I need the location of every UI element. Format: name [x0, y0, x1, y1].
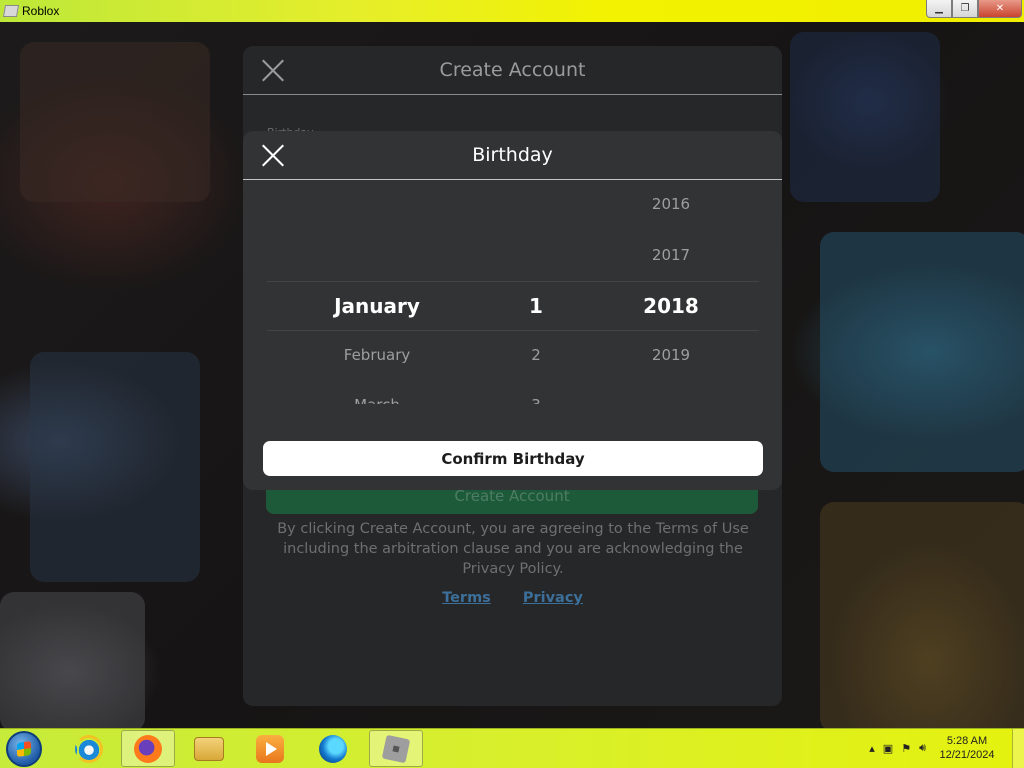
privacy-link[interactable]: Privacy	[523, 590, 583, 606]
birthday-picker[interactable]: January February March 1 2 3 2016 2017 2…	[267, 180, 759, 404]
roblox-app-icon	[2, 5, 20, 17]
clock-time: 5:28 AM	[946, 735, 988, 747]
legal-links: Terms Privacy	[243, 590, 782, 606]
terms-link[interactable]: Terms	[442, 590, 491, 606]
taskbar-media-player[interactable]	[243, 730, 297, 767]
taskbar-roblox[interactable]	[369, 730, 423, 767]
maximize-button[interactable]: ❐	[952, 0, 978, 18]
window-controls: ▁ ❐ ✕	[926, 0, 1022, 18]
edge-icon	[319, 734, 347, 763]
background-tile	[820, 502, 1024, 728]
game-background: Create Account Birthday Create Account B…	[0, 22, 1024, 728]
network-icon[interactable]: ▣	[883, 742, 893, 755]
birthday-modal: Birthday January February March 1 2 3 20…	[243, 131, 782, 490]
create-account-title: Create Account	[439, 59, 586, 81]
birthday-title: Birthday	[472, 144, 553, 166]
picker-month-option[interactable]: March	[297, 395, 457, 404]
background-tile	[30, 352, 200, 582]
month-column[interactable]: January February March	[297, 180, 457, 404]
legal-text: By clicking Create Account, you are agre…	[277, 521, 749, 577]
picker-year-selected[interactable]: 2018	[621, 293, 721, 319]
window-title: Roblox	[22, 4, 60, 18]
day-column[interactable]: 1 2 3	[486, 180, 586, 404]
window-title-bar: Roblox ▁ ❐ ✕	[0, 0, 1024, 22]
picker-day-selected[interactable]: 1	[486, 293, 586, 319]
volume-icon[interactable]: 🔊︎	[919, 741, 926, 755]
confirm-birthday-button[interactable]: Confirm Birthday	[263, 441, 763, 476]
taskbar: ▴ ▣ ⚑ 🔊︎ 5:28 AM 12/21/2024	[0, 728, 1024, 768]
media-player-icon	[256, 734, 284, 763]
taskbar-edge[interactable]	[306, 730, 360, 767]
background-tile	[820, 232, 1024, 472]
picker-year-option[interactable]: 2017	[621, 245, 721, 265]
birthday-header: Birthday	[243, 131, 782, 180]
start-button[interactable]	[6, 731, 42, 767]
picker-month-option[interactable]: February	[297, 345, 457, 365]
system-tray: ▴ ▣ ⚑ 🔊︎	[869, 741, 926, 755]
picker-year-option[interactable]: 2019	[621, 345, 721, 365]
background-tile	[790, 32, 940, 202]
picker-year-option[interactable]: 2016	[621, 194, 721, 214]
background-tile	[20, 42, 210, 202]
folder-icon	[194, 736, 224, 761]
background-tile	[0, 592, 145, 728]
show-hidden-icons-icon[interactable]: ▴	[869, 742, 875, 755]
close-icon[interactable]	[261, 143, 285, 167]
create-account-header: Create Account	[243, 46, 782, 95]
taskbar-clock[interactable]: 5:28 AM 12/21/2024	[928, 734, 1006, 762]
picker-day-option[interactable]: 3	[486, 395, 586, 404]
internet-explorer-icon	[75, 734, 103, 763]
picker-day-option[interactable]: 2	[486, 345, 586, 365]
roblox-icon	[381, 734, 411, 763]
action-center-flag-icon[interactable]: ⚑	[901, 742, 911, 755]
year-column[interactable]: 2016 2017 2018 2019	[621, 180, 721, 404]
close-icon[interactable]	[261, 58, 285, 82]
taskbar-file-explorer[interactable]	[182, 730, 236, 767]
taskbar-internet-explorer[interactable]	[62, 730, 116, 767]
taskbar-firefox[interactable]	[121, 730, 175, 767]
show-desktop-button[interactable]	[1012, 729, 1024, 768]
minimize-button[interactable]: ▁	[926, 0, 952, 18]
picker-month-selected[interactable]: January	[297, 293, 457, 319]
close-window-button[interactable]: ✕	[978, 0, 1022, 18]
windows-logo-icon	[17, 741, 31, 757]
firefox-icon	[134, 734, 162, 763]
clock-date: 12/21/2024	[939, 749, 995, 761]
